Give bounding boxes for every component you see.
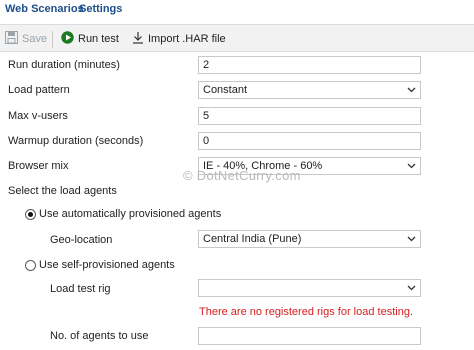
no-rigs-error: There are no registered rigs for load te… xyxy=(199,306,414,318)
save-label: Save xyxy=(22,33,48,45)
num-agents-input[interactable] xyxy=(198,327,421,345)
geo-location-select[interactable]: Central India (Pune) xyxy=(198,230,421,248)
warmup-duration-input[interactable] xyxy=(198,132,421,150)
tab-bar: Web Scenarios Settings xyxy=(0,0,474,20)
self-agents-label: Use self-provisioned agents xyxy=(39,259,175,271)
save-button[interactable]: Save xyxy=(5,30,47,48)
auto-agents-radio[interactable]: Use automatically provisioned agents xyxy=(25,208,221,220)
browser-mix-select[interactable]: IE - 40%, Chrome - 60% xyxy=(198,157,421,175)
select-agents-label: Select the load agents xyxy=(8,185,117,197)
run-duration-label: Run duration (minutes) xyxy=(8,59,120,71)
tab-settings[interactable]: Settings xyxy=(79,3,122,15)
load-test-rig-label: Load test rig xyxy=(50,283,111,295)
toolbar: Save Run test Import .HAR file xyxy=(0,24,474,52)
radio-unchecked-icon xyxy=(25,259,36,271)
geo-location-label: Geo-location xyxy=(50,234,113,246)
download-icon xyxy=(132,31,144,47)
toolbar-divider xyxy=(52,31,53,48)
chevron-down-icon xyxy=(406,85,416,95)
load-pattern-select[interactable]: Constant xyxy=(198,81,421,99)
max-vusers-label: Max v-users xyxy=(8,110,68,122)
auto-agents-label: Use automatically provisioned agents xyxy=(39,208,222,220)
tab-web-scenarios[interactable]: Web Scenarios xyxy=(5,3,84,15)
load-test-rig-select[interactable] xyxy=(198,279,421,297)
chevron-down-icon xyxy=(406,283,416,293)
save-icon xyxy=(5,31,18,47)
run-test-label: Run test xyxy=(78,33,119,45)
import-har-button[interactable]: Import .HAR file xyxy=(132,30,226,48)
run-test-button[interactable]: Run test xyxy=(61,30,119,48)
chevron-down-icon xyxy=(406,161,416,171)
run-duration-input[interactable] xyxy=(198,56,421,74)
import-har-label: Import .HAR file xyxy=(148,33,226,45)
chevron-down-icon xyxy=(406,234,416,244)
browser-mix-value: IE - 40%, Chrome - 60% xyxy=(203,160,323,172)
radio-checked-icon xyxy=(25,208,36,220)
geo-location-value: Central India (Pune) xyxy=(203,233,302,245)
browser-mix-label: Browser mix xyxy=(8,160,69,172)
warmup-duration-label: Warmup duration (seconds) xyxy=(8,135,144,147)
num-agents-label: No. of agents to use xyxy=(50,330,149,342)
max-vusers-input[interactable] xyxy=(198,107,421,125)
load-pattern-value: Constant xyxy=(203,84,248,96)
play-icon xyxy=(61,31,74,47)
self-agents-radio[interactable]: Use self-provisioned agents xyxy=(25,259,175,271)
load-pattern-label: Load pattern xyxy=(8,84,70,96)
